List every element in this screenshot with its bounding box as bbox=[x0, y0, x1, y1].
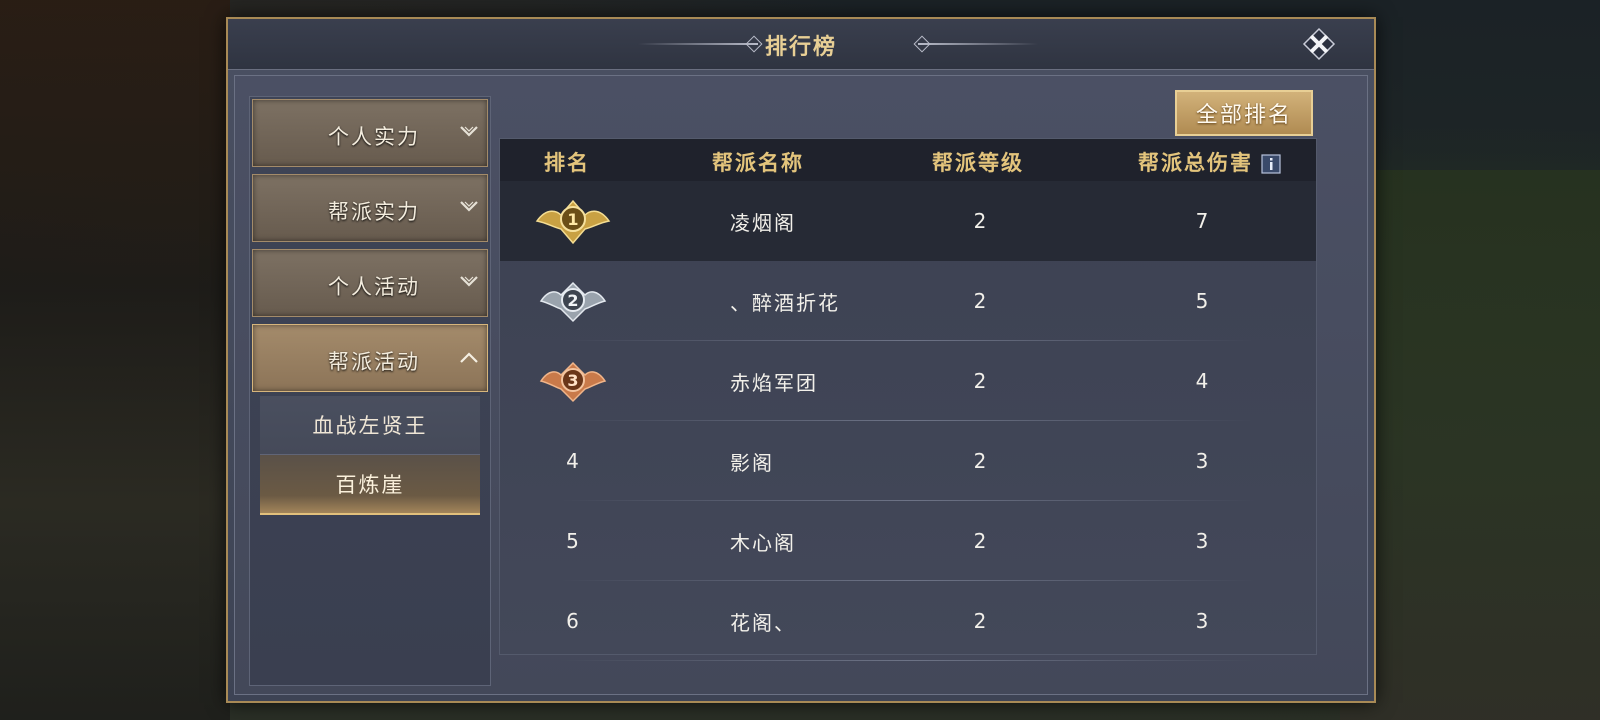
medal-rank-number: 3 bbox=[567, 371, 578, 390]
chevron-down-icon bbox=[460, 126, 478, 137]
table-row[interactable]: 1 凌烟阁 2 7 bbox=[500, 181, 1316, 261]
medal-rank-number: 2 bbox=[567, 291, 578, 310]
title-bar: 排行榜 bbox=[228, 19, 1374, 70]
sidebar-item-personal-strength[interactable]: 个人实力 bbox=[252, 99, 488, 167]
ranking-table: 排名 帮派名称 帮派等级 帮派总伤害 1 凌烟阁 2 7 2 、醉酒折花 2 5… bbox=[499, 138, 1317, 661]
header-guild-level: 帮派等级 bbox=[932, 151, 1024, 175]
close-button[interactable] bbox=[1300, 27, 1338, 61]
bronze-medal-icon: 3 bbox=[539, 361, 606, 403]
header-guild-damage: 帮派总伤害 bbox=[1138, 147, 1281, 177]
guild-activity-submenu: 血战左贤王 百炼崖 bbox=[260, 396, 480, 515]
rank-cell: 2 bbox=[500, 261, 645, 341]
table-row[interactable]: 6 花阁、 2 3 bbox=[500, 581, 1316, 661]
header-guild-damage-label: 帮派总伤害 bbox=[1138, 151, 1253, 175]
gold-medal-icon: 1 bbox=[535, 199, 610, 245]
sidebar-item-guild-strength[interactable]: 帮派实力 bbox=[252, 174, 488, 242]
medal-rank-number: 1 bbox=[567, 210, 578, 229]
rank-cell: 1 bbox=[500, 181, 645, 261]
chevron-down-icon bbox=[460, 201, 478, 212]
rank-cell: 6 bbox=[566, 609, 579, 633]
table-row[interactable]: 5 木心阁 2 3 bbox=[500, 501, 1316, 581]
guild-name-cell: 、醉酒折花 bbox=[730, 290, 840, 315]
guild-name-cell: 木心阁 bbox=[730, 530, 796, 555]
chevron-up-icon bbox=[460, 352, 478, 363]
background-scene-right bbox=[1340, 170, 1600, 720]
info-icon[interactable] bbox=[1261, 154, 1281, 174]
close-icon bbox=[1302, 27, 1336, 61]
all-rankings-button[interactable]: 全部排名 bbox=[1175, 90, 1313, 136]
silver-medal-icon: 2 bbox=[539, 281, 606, 323]
rank-cell: 3 bbox=[500, 341, 645, 421]
title-ornament-right bbox=[918, 43, 1038, 45]
submenu-item-bailian-cliff[interactable]: 百炼崖 bbox=[260, 455, 480, 515]
rank-cell: 4 bbox=[566, 449, 579, 473]
category-sidebar: 个人实力 帮派实力 个人活动 帮派活动 血战左贤王 百炼崖 bbox=[249, 96, 491, 686]
submenu-item-blood-battle[interactable]: 血战左贤王 bbox=[260, 396, 480, 455]
sidebar-item-personal-activity[interactable]: 个人活动 bbox=[252, 249, 488, 317]
chevron-down-icon bbox=[460, 276, 478, 287]
table-row[interactable]: 2 、醉酒折花 2 5 bbox=[500, 261, 1316, 341]
guild-name-cell: 影阁 bbox=[730, 450, 774, 475]
table-row[interactable]: 3 赤焰军团 2 4 bbox=[500, 341, 1316, 421]
ranking-dialog: 排行榜 个人实力 帮派实力 个人活动 帮派活动 血战左贤王 百炼崖 全部排名 排… bbox=[226, 17, 1376, 703]
table-row[interactable]: 4 影阁 2 3 bbox=[500, 421, 1316, 501]
table-header: 排名 帮派名称 帮派等级 帮派总伤害 bbox=[500, 139, 1316, 181]
guild-name-cell: 凌烟阁 bbox=[730, 210, 796, 235]
sidebar-item-guild-activity[interactable]: 帮派活动 bbox=[252, 324, 488, 392]
header-rank: 排名 bbox=[544, 151, 590, 175]
content-frame: 个人实力 帮派实力 个人活动 帮派活动 血战左贤王 百炼崖 全部排名 排名 帮派… bbox=[234, 75, 1368, 695]
guild-name-cell: 花阁、 bbox=[730, 610, 796, 635]
guild-name-cell: 赤焰军团 bbox=[730, 370, 818, 395]
dialog-title: 排行榜 bbox=[764, 35, 837, 60]
rank-cell: 5 bbox=[566, 529, 579, 553]
header-guild-name: 帮派名称 bbox=[712, 151, 804, 175]
background-scene-left bbox=[0, 0, 230, 720]
